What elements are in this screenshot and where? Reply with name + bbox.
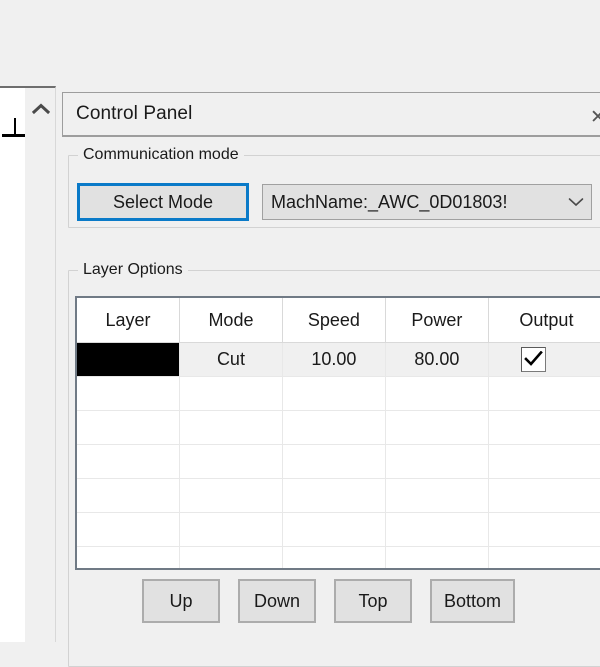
cell-mode[interactable] bbox=[179, 410, 283, 445]
table-row[interactable] bbox=[77, 546, 600, 568]
cell-output[interactable] bbox=[488, 342, 600, 377]
column-header-power[interactable]: Power bbox=[385, 298, 489, 343]
cell-layer-color[interactable] bbox=[77, 444, 180, 479]
layer-options-legend: Layer Options bbox=[78, 261, 188, 279]
cell-speed[interactable] bbox=[282, 546, 386, 568]
cell-mode[interactable] bbox=[179, 478, 283, 513]
communication-mode-legend: Communication mode bbox=[78, 146, 244, 164]
cell-speed[interactable] bbox=[282, 478, 386, 513]
cell-power[interactable]: 80.00 bbox=[385, 342, 489, 377]
perpendicular-tool-icon bbox=[2, 118, 26, 140]
move-bottom-button[interactable]: Bottom bbox=[429, 579, 516, 623]
column-header-speed[interactable]: Speed bbox=[282, 298, 386, 343]
panel-titlebar: Control Panel ✕ bbox=[62, 92, 600, 137]
select-mode-button[interactable]: Select Mode bbox=[77, 183, 249, 221]
table-row[interactable] bbox=[77, 478, 600, 513]
move-top-button[interactable]: Top bbox=[333, 579, 412, 623]
cell-mode[interactable] bbox=[179, 376, 283, 411]
cell-output[interactable] bbox=[488, 546, 600, 568]
cell-output[interactable] bbox=[488, 478, 600, 513]
cell-mode[interactable]: Cut bbox=[179, 342, 283, 377]
application-background bbox=[0, 0, 600, 85]
close-icon[interactable]: ✕ bbox=[587, 107, 600, 129]
layer-table-container[interactable]: Layer Mode Speed Power Output Cut 10.00 80… bbox=[75, 296, 600, 570]
cell-power[interactable] bbox=[385, 512, 489, 547]
vertical-toolbar bbox=[25, 86, 56, 642]
cell-layer-color[interactable] bbox=[77, 342, 180, 377]
cell-layer-color[interactable] bbox=[77, 512, 180, 547]
cell-layer-color[interactable] bbox=[77, 478, 180, 513]
cell-layer-color[interactable] bbox=[77, 376, 180, 411]
cell-power[interactable] bbox=[385, 478, 489, 513]
move-up-button[interactable]: Up bbox=[141, 579, 220, 623]
column-header-mode[interactable]: Mode bbox=[179, 298, 283, 343]
cell-speed[interactable] bbox=[282, 410, 386, 445]
column-header-output[interactable]: Output bbox=[488, 298, 600, 343]
machine-name-value: MachName:_AWC_0D01803! bbox=[271, 191, 508, 212]
cell-speed[interactable] bbox=[282, 376, 386, 411]
cell-power[interactable] bbox=[385, 376, 489, 411]
cell-power[interactable] bbox=[385, 410, 489, 445]
move-down-button[interactable]: Down bbox=[237, 579, 316, 623]
column-header-layer[interactable]: Layer bbox=[77, 298, 180, 343]
layer-table-body: Cut 10.00 80.00 bbox=[77, 342, 600, 568]
cell-mode[interactable] bbox=[179, 512, 283, 547]
output-checkbox[interactable] bbox=[520, 347, 546, 372]
table-row[interactable] bbox=[77, 512, 600, 547]
canvas-area bbox=[0, 86, 26, 642]
table-header-row: Layer Mode Speed Power Output bbox=[77, 298, 600, 343]
cell-power[interactable] bbox=[385, 444, 489, 479]
cell-mode[interactable] bbox=[179, 546, 283, 568]
machine-name-dropdown[interactable]: MachName:_AWC_0D01803! bbox=[262, 184, 592, 220]
layer-color-swatch[interactable] bbox=[77, 343, 179, 376]
cell-output[interactable] bbox=[488, 410, 600, 445]
chevron-down-icon[interactable] bbox=[561, 197, 591, 207]
cell-speed[interactable]: 10.00 bbox=[282, 342, 386, 377]
cell-output[interactable] bbox=[488, 444, 600, 479]
table-row[interactable] bbox=[77, 444, 600, 479]
table-row[interactable] bbox=[77, 376, 600, 411]
cell-mode[interactable] bbox=[179, 444, 283, 479]
cell-output[interactable] bbox=[488, 376, 600, 411]
cell-layer-color[interactable] bbox=[77, 410, 180, 445]
cell-power[interactable] bbox=[385, 546, 489, 568]
chevron-up-icon[interactable] bbox=[32, 102, 50, 116]
control-panel: Control Panel ✕ Communication mode Selec… bbox=[57, 88, 600, 667]
cell-layer-color[interactable] bbox=[77, 546, 180, 568]
cell-speed[interactable] bbox=[282, 444, 386, 479]
layer-order-buttons: Up Down Top Bottom bbox=[57, 579, 600, 623]
cell-speed[interactable] bbox=[282, 512, 386, 547]
table-row[interactable] bbox=[77, 410, 600, 445]
layer-table: Layer Mode Speed Power Output Cut 10.00 80… bbox=[77, 298, 600, 568]
page-title: Control Panel bbox=[76, 103, 193, 124]
cell-output[interactable] bbox=[488, 512, 600, 547]
table-row[interactable]: Cut 10.00 80.00 bbox=[77, 342, 600, 377]
